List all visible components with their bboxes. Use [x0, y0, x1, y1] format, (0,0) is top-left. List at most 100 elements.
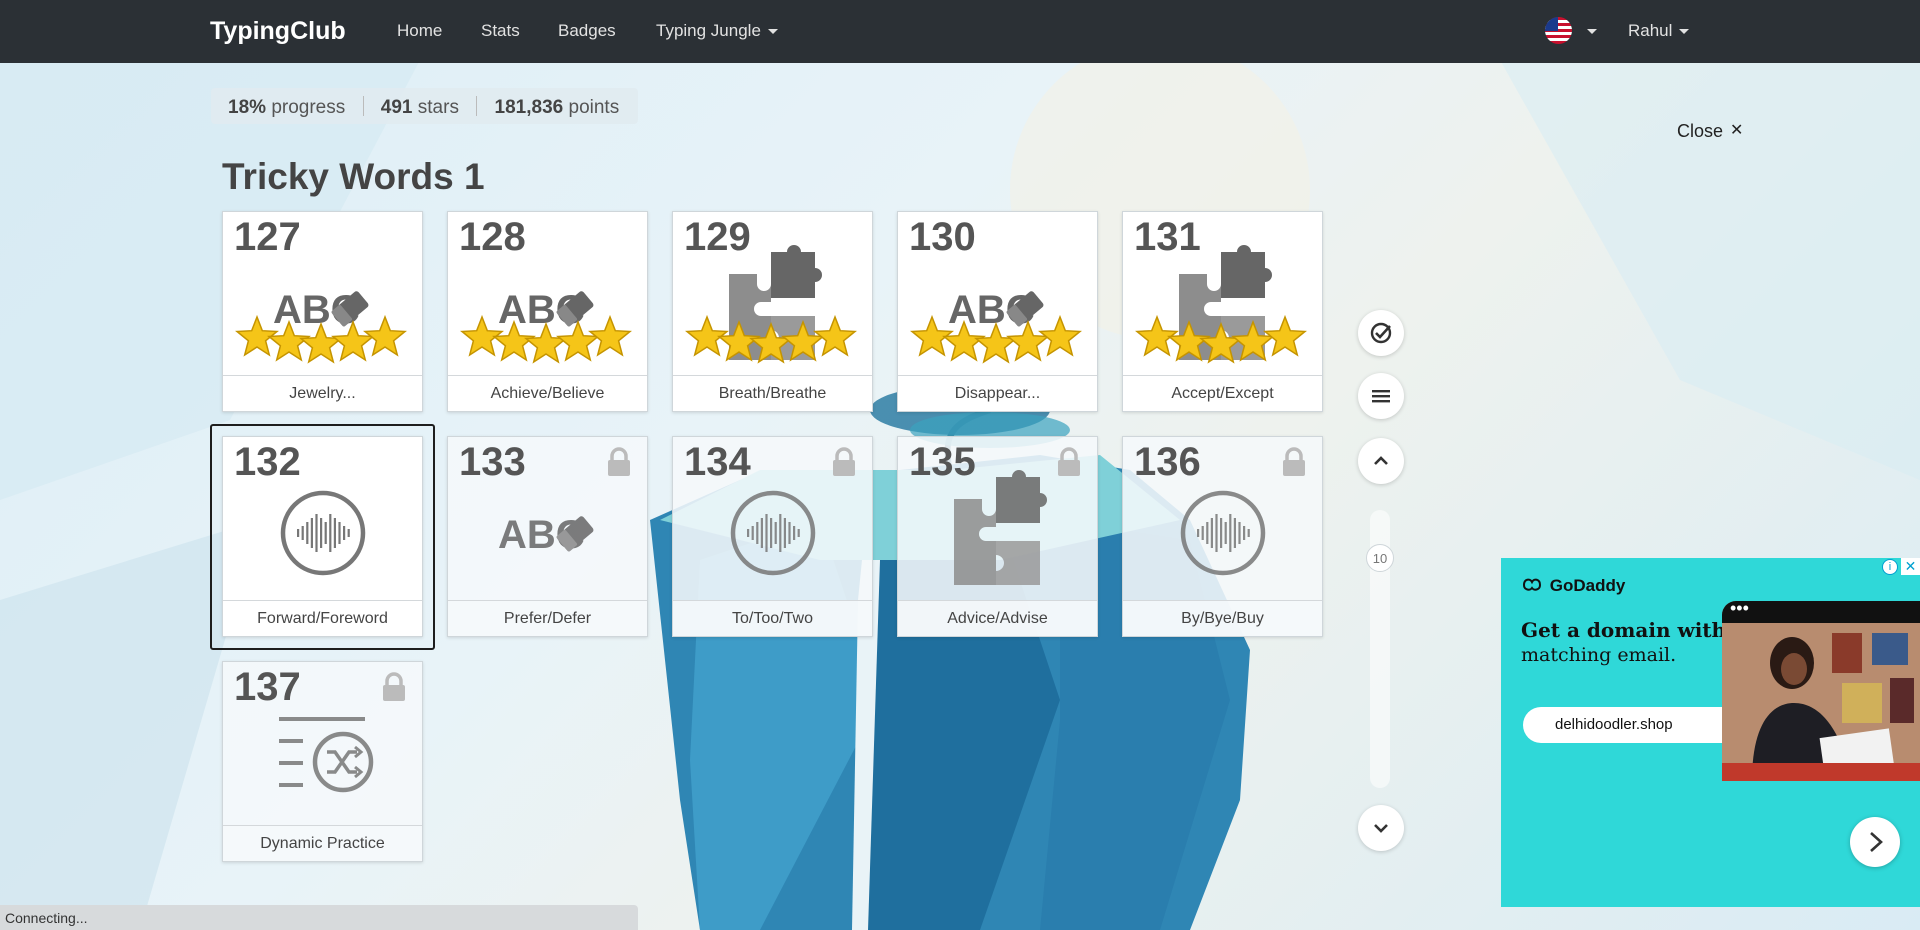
progress-summary: 18% progress 491 stars 181,836 points: [211, 88, 638, 124]
user-name: Rahul: [1628, 21, 1673, 40]
star-icon: [588, 314, 632, 357]
ad-brand-label: GoDaddy: [1549, 576, 1626, 595]
lesson-label: Forward/Foreword: [223, 600, 422, 636]
ad-photo: •••: [1722, 601, 1920, 781]
progress-percent: 18%: [228, 97, 267, 118]
star-icon: [1263, 314, 1307, 357]
close-button[interactable]: Close ✕: [1677, 120, 1743, 142]
audio-wave-icon: [280, 490, 366, 576]
lesson-label: Disappear...: [898, 375, 1097, 411]
star-icon: [1199, 321, 1243, 364]
nav-typing-jungle[interactable]: Typing Jungle: [656, 21, 778, 41]
lock-icon: [1058, 447, 1080, 476]
lesson-label: To/Too/Two: [673, 600, 872, 636]
star-icon: [556, 319, 600, 362]
chevron-right-icon: [1870, 832, 1883, 852]
audio-wave-icon: [1180, 490, 1266, 576]
divider: [476, 96, 478, 116]
star-icon: [749, 321, 793, 364]
lesson-card-134[interactable]: 134 To/Too/Two: [672, 436, 873, 637]
brand-logo[interactable]: TypingClub: [210, 17, 346, 46]
check-progress-button[interactable]: [1358, 310, 1404, 356]
lesson-label: Breath/Breathe: [673, 375, 872, 411]
ad-subline: matching email.: [1521, 644, 1677, 666]
lesson-card-133[interactable]: ABC 133 Prefer/Defer: [447, 436, 648, 637]
lock-icon: [608, 447, 630, 476]
chevron-down-icon: [767, 29, 778, 35]
lesson-label: Achieve/Believe: [448, 375, 647, 411]
puzzle-icon: [954, 470, 1047, 585]
points-count: 181,836: [494, 97, 564, 118]
lesson-number: 137: [234, 665, 301, 709]
lesson-number: 132: [234, 440, 301, 484]
lesson-number: 134: [684, 440, 751, 484]
abc-eraser-icon: ABC: [498, 513, 594, 557]
top-navbar: TypingClub Home Stats Badges Typing Jung…: [0, 0, 1920, 63]
nav-home[interactable]: Home: [397, 21, 442, 41]
lock-icon: [1283, 447, 1305, 476]
chevron-down-icon[interactable]: [1587, 29, 1597, 34]
lesson-card-127[interactable]: ABC 127 Jewelry...: [222, 211, 423, 412]
lesson-card-129[interactable]: 129 Breath/Breathe: [672, 211, 873, 412]
ad-close-icon[interactable]: ✕: [1901, 558, 1920, 575]
nav-badges[interactable]: Badges: [558, 21, 616, 41]
lesson-number: 136: [1134, 440, 1201, 484]
ad-brand: GoDaddy: [1521, 576, 1625, 596]
lesson-label: Prefer/Defer: [448, 600, 647, 636]
hamburger-icon: [1372, 390, 1390, 403]
scroll-down-button[interactable]: [1358, 805, 1404, 851]
chevron-down-icon: [1374, 824, 1388, 833]
star-icon: [781, 319, 825, 362]
lesson-number: 131: [1134, 215, 1201, 259]
woman-drawing-illustration: [1722, 623, 1920, 781]
menu-button[interactable]: [1358, 373, 1404, 419]
lesson-label: By/Bye/Buy: [1123, 600, 1322, 636]
chevron-down-icon: [1679, 29, 1690, 35]
star-icon: [331, 319, 375, 362]
lesson-label: Accept/Except: [1123, 375, 1322, 411]
ad-next-button[interactable]: [1850, 817, 1900, 867]
lock-icon: [383, 672, 405, 701]
ad-info-icon[interactable]: i: [1882, 559, 1898, 575]
section-title: Tricky Words 1: [222, 156, 485, 197]
nav-typing-jungle-label: Typing Jungle: [656, 21, 761, 40]
lesson-card-128[interactable]: ABC 128 Achieve/Believe: [447, 211, 648, 412]
audio-wave-icon: [730, 490, 816, 576]
lesson-label: Advice/Advise: [898, 600, 1097, 636]
user-menu[interactable]: Rahul: [1628, 21, 1690, 41]
star-icon: [1231, 319, 1275, 362]
star-icon: [299, 321, 343, 364]
lesson-number: 128: [459, 215, 526, 259]
lesson-number: 130: [909, 215, 976, 259]
lesson-number: 127: [234, 215, 301, 259]
status-bar: Connecting...: [0, 905, 638, 930]
lesson-card-135[interactable]: 135 Advice/Advise: [897, 436, 1098, 637]
stars-label: stars: [417, 97, 459, 118]
points-label: points: [568, 97, 620, 118]
check-circle-icon: [1370, 322, 1392, 344]
lesson-card-136[interactable]: 136 By/Bye/Buy: [1122, 436, 1323, 637]
lesson-scroll-thumb[interactable]: 10: [1366, 544, 1394, 572]
ad-photo-dots-icon: •••: [1722, 601, 1920, 623]
lesson-label: Jewelry...: [223, 375, 422, 411]
lesson-card-137[interactable]: 137 Dynamic Practice: [222, 661, 423, 862]
nav-stats[interactable]: Stats: [481, 21, 520, 41]
lesson-number: 135: [909, 440, 976, 484]
lesson-card-132[interactable]: 132 Forward/Foreword: [222, 436, 423, 637]
lock-icon: [833, 447, 855, 476]
lesson-number: 133: [459, 440, 526, 484]
scroll-up-button[interactable]: [1358, 438, 1404, 484]
close-icon: ✕: [1730, 122, 1744, 139]
close-label: Close: [1677, 121, 1724, 141]
lesson-card-130[interactable]: ABC 130 Disappear...: [897, 211, 1098, 412]
godaddy-logo-icon: [1522, 578, 1542, 591]
lesson-card-131[interactable]: 131 Accept/Except: [1122, 211, 1323, 412]
stars-count: 491: [380, 97, 413, 118]
lesson-label: Dynamic Practice: [223, 825, 422, 861]
ad-search-value: delhidoodler.shop: [1555, 716, 1673, 733]
us-flag-icon[interactable]: [1545, 17, 1572, 44]
star-icon: [1038, 314, 1082, 357]
star-icon: [813, 314, 857, 357]
lesson-number: 129: [684, 215, 751, 259]
chevron-up-icon: [1374, 456, 1388, 465]
